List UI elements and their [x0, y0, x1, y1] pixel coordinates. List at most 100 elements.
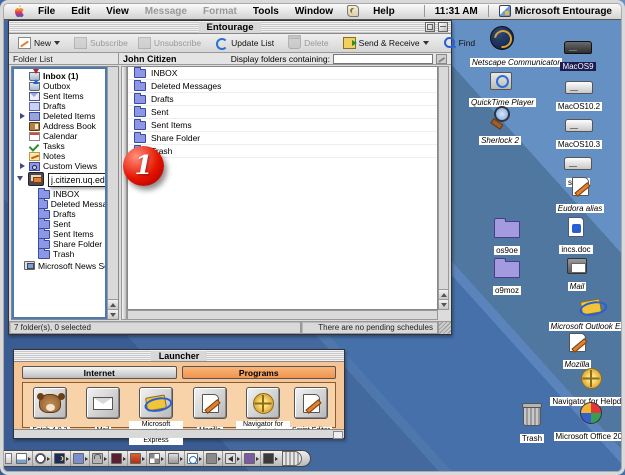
- control-strip-collapse-box[interactable]: [5, 453, 12, 464]
- sidebar-item-imap-account[interactable]: [14, 171, 105, 189]
- menu-tools[interactable]: Tools: [245, 6, 287, 17]
- desktop-icon-eudora[interactable]: Eudora alias: [548, 170, 612, 216]
- module-file-sharing[interactable]: [71, 451, 90, 466]
- sidebar-item-deleted-items[interactable]: Deleted Items: [14, 111, 105, 121]
- module-security-lock[interactable]: [90, 451, 109, 466]
- sidebar-item-calendar[interactable]: Calendar: [14, 131, 105, 141]
- disk-icon: [565, 81, 593, 94]
- module-display[interactable]: [14, 451, 33, 466]
- sidebar-item-outbox[interactable]: Outbox: [14, 81, 105, 91]
- module-sound-volume[interactable]: [223, 451, 242, 466]
- toolbar: New Subscribe Unsubscribe Update List De…: [9, 34, 451, 53]
- launcher-item-outlook-express[interactable]: Microsoft Outlook Express: [129, 387, 183, 447]
- menu-edit[interactable]: Edit: [63, 6, 98, 17]
- update-list-button[interactable]: Update List: [210, 35, 279, 51]
- account-name-field[interactable]: [48, 173, 107, 187]
- launcher-button[interactable]: [33, 387, 67, 419]
- annotation-badge-1: 1: [123, 146, 164, 186]
- module-quicktime[interactable]: [185, 451, 204, 466]
- disclosure-triangle-open-icon[interactable]: [17, 176, 23, 181]
- sidebar-item-custom-views[interactable]: Custom Views: [14, 161, 105, 171]
- control-strip-tab-handle[interactable]: [282, 451, 302, 466]
- disclosure-triangle-icon[interactable]: [20, 163, 25, 169]
- folder-list-scrollbar[interactable]: [107, 67, 118, 319]
- resize-grip[interactable]: [438, 322, 451, 334]
- launcher-button[interactable]: [193, 387, 227, 419]
- launcher-button[interactable]: [294, 387, 328, 419]
- menu-help[interactable]: Help: [365, 6, 403, 17]
- module-sound-input[interactable]: [242, 451, 261, 466]
- scroll-down-button[interactable]: [439, 299, 448, 309]
- window-title-bar[interactable]: Entourage: [9, 21, 451, 34]
- desktop-icon-label: o9moz: [493, 286, 521, 295]
- sidebar-item-notes[interactable]: Notes: [14, 151, 105, 161]
- module-disk[interactable]: [261, 451, 280, 466]
- new-button[interactable]: New: [13, 35, 65, 51]
- scroll-down-button[interactable]: [108, 309, 118, 319]
- module-energy-saver[interactable]: [52, 451, 71, 466]
- module-printer-selector[interactable]: [166, 451, 185, 466]
- menu-view[interactable]: View: [98, 6, 137, 17]
- sidebar-item-tasks[interactable]: Tasks: [14, 141, 105, 151]
- find-button[interactable]: Find: [438, 35, 481, 51]
- speaker-icon: [225, 453, 236, 464]
- application-menu[interactable]: Microsoft Entourage: [495, 5, 616, 17]
- module-printing[interactable]: [109, 451, 128, 466]
- desktop-icon-sherlock[interactable]: Sherlock 2: [468, 102, 532, 148]
- launcher-title-bar[interactable]: Launcher: [14, 350, 344, 362]
- menu-file[interactable]: File: [30, 6, 63, 17]
- edit-filter-icon[interactable]: [436, 54, 447, 64]
- sidebar-item-inbox[interactable]: Inbox (1): [14, 71, 105, 81]
- scroll-up-button[interactable]: [108, 299, 118, 309]
- tree-item-share-folder[interactable]: Share Folder: [14, 239, 105, 249]
- tree-item-sent-items[interactable]: Sent Items: [14, 229, 105, 239]
- main-vertical-scrollbar[interactable]: [438, 66, 449, 310]
- folder-row-deleted-messages[interactable]: Deleted Messages: [128, 80, 437, 93]
- folder-row-sent-items[interactable]: Sent Items: [128, 119, 437, 132]
- folder-row-trash[interactable]: Trash: [128, 145, 437, 158]
- main-horizontal-scrollbar[interactable]: [127, 310, 438, 320]
- send-receive-button[interactable]: Send & Receive: [338, 35, 434, 51]
- tab-programs[interactable]: Programs: [182, 366, 337, 379]
- module-color-depth[interactable]: [128, 451, 147, 466]
- folder-list-header: Folder List: [9, 53, 119, 64]
- desktop-icon-ms-office[interactable]: Microsoft Office 200: [536, 398, 625, 444]
- module-monitor-resolution[interactable]: [147, 451, 166, 466]
- menu-clock[interactable]: 11:31 AM: [431, 6, 482, 17]
- folder-row-share-folder[interactable]: Share Folder: [128, 132, 437, 145]
- unsubscribe-button[interactable]: Unsubscribe: [133, 35, 206, 51]
- tab-internet[interactable]: Internet: [22, 366, 177, 379]
- folder-row-sent[interactable]: Sent: [128, 106, 437, 119]
- apple-menu-icon[interactable]: [13, 5, 24, 18]
- sidebar-item-news-server[interactable]: Microsoft News Server: [14, 259, 105, 272]
- launcher-button[interactable]: [246, 387, 280, 419]
- folder-display-pane: INBOX Deleted Messages Drafts Sent Sent …: [127, 66, 438, 310]
- tree-item-drafts[interactable]: Drafts: [14, 209, 105, 219]
- folder-row-inbox[interactable]: INBOX: [128, 67, 437, 80]
- script-menu-icon[interactable]: [347, 5, 359, 17]
- subscribe-button[interactable]: Subscribe: [69, 35, 133, 51]
- collapse-box-button[interactable]: [438, 22, 448, 32]
- scroll-up-button[interactable]: [439, 289, 448, 299]
- launcher-horizontal-scrollbar[interactable]: [14, 429, 344, 438]
- disclosure-triangle-icon[interactable]: [20, 113, 25, 119]
- sidebar-item-address-book[interactable]: Address Book: [14, 121, 105, 131]
- zoom-box-button[interactable]: [425, 22, 435, 32]
- launcher-button[interactable]: [139, 387, 173, 419]
- notes-icon: [29, 152, 40, 161]
- sidebar-item-sent-items[interactable]: Sent Items: [14, 91, 105, 101]
- module-video-mirroring[interactable]: [204, 451, 223, 466]
- launcher-button[interactable]: [86, 387, 120, 419]
- tree-item-sent[interactable]: Sent: [14, 219, 105, 229]
- tree-item-trash[interactable]: Trash: [14, 249, 105, 259]
- module-world-clock[interactable]: [33, 451, 52, 466]
- filter-input[interactable]: [333, 54, 433, 64]
- delete-button[interactable]: Delete: [283, 35, 334, 51]
- tree-item-inbox[interactable]: INBOX: [14, 189, 105, 199]
- sidebar-item-drafts[interactable]: Drafts: [14, 101, 105, 111]
- desktop-icon-o9moz[interactable]: o9moz: [475, 252, 539, 298]
- folder-icon: [494, 261, 520, 278]
- menu-window[interactable]: Window: [287, 6, 341, 17]
- tree-item-deleted-messages[interactable]: Deleted Messages: [14, 199, 105, 209]
- folder-row-drafts[interactable]: Drafts: [128, 93, 437, 106]
